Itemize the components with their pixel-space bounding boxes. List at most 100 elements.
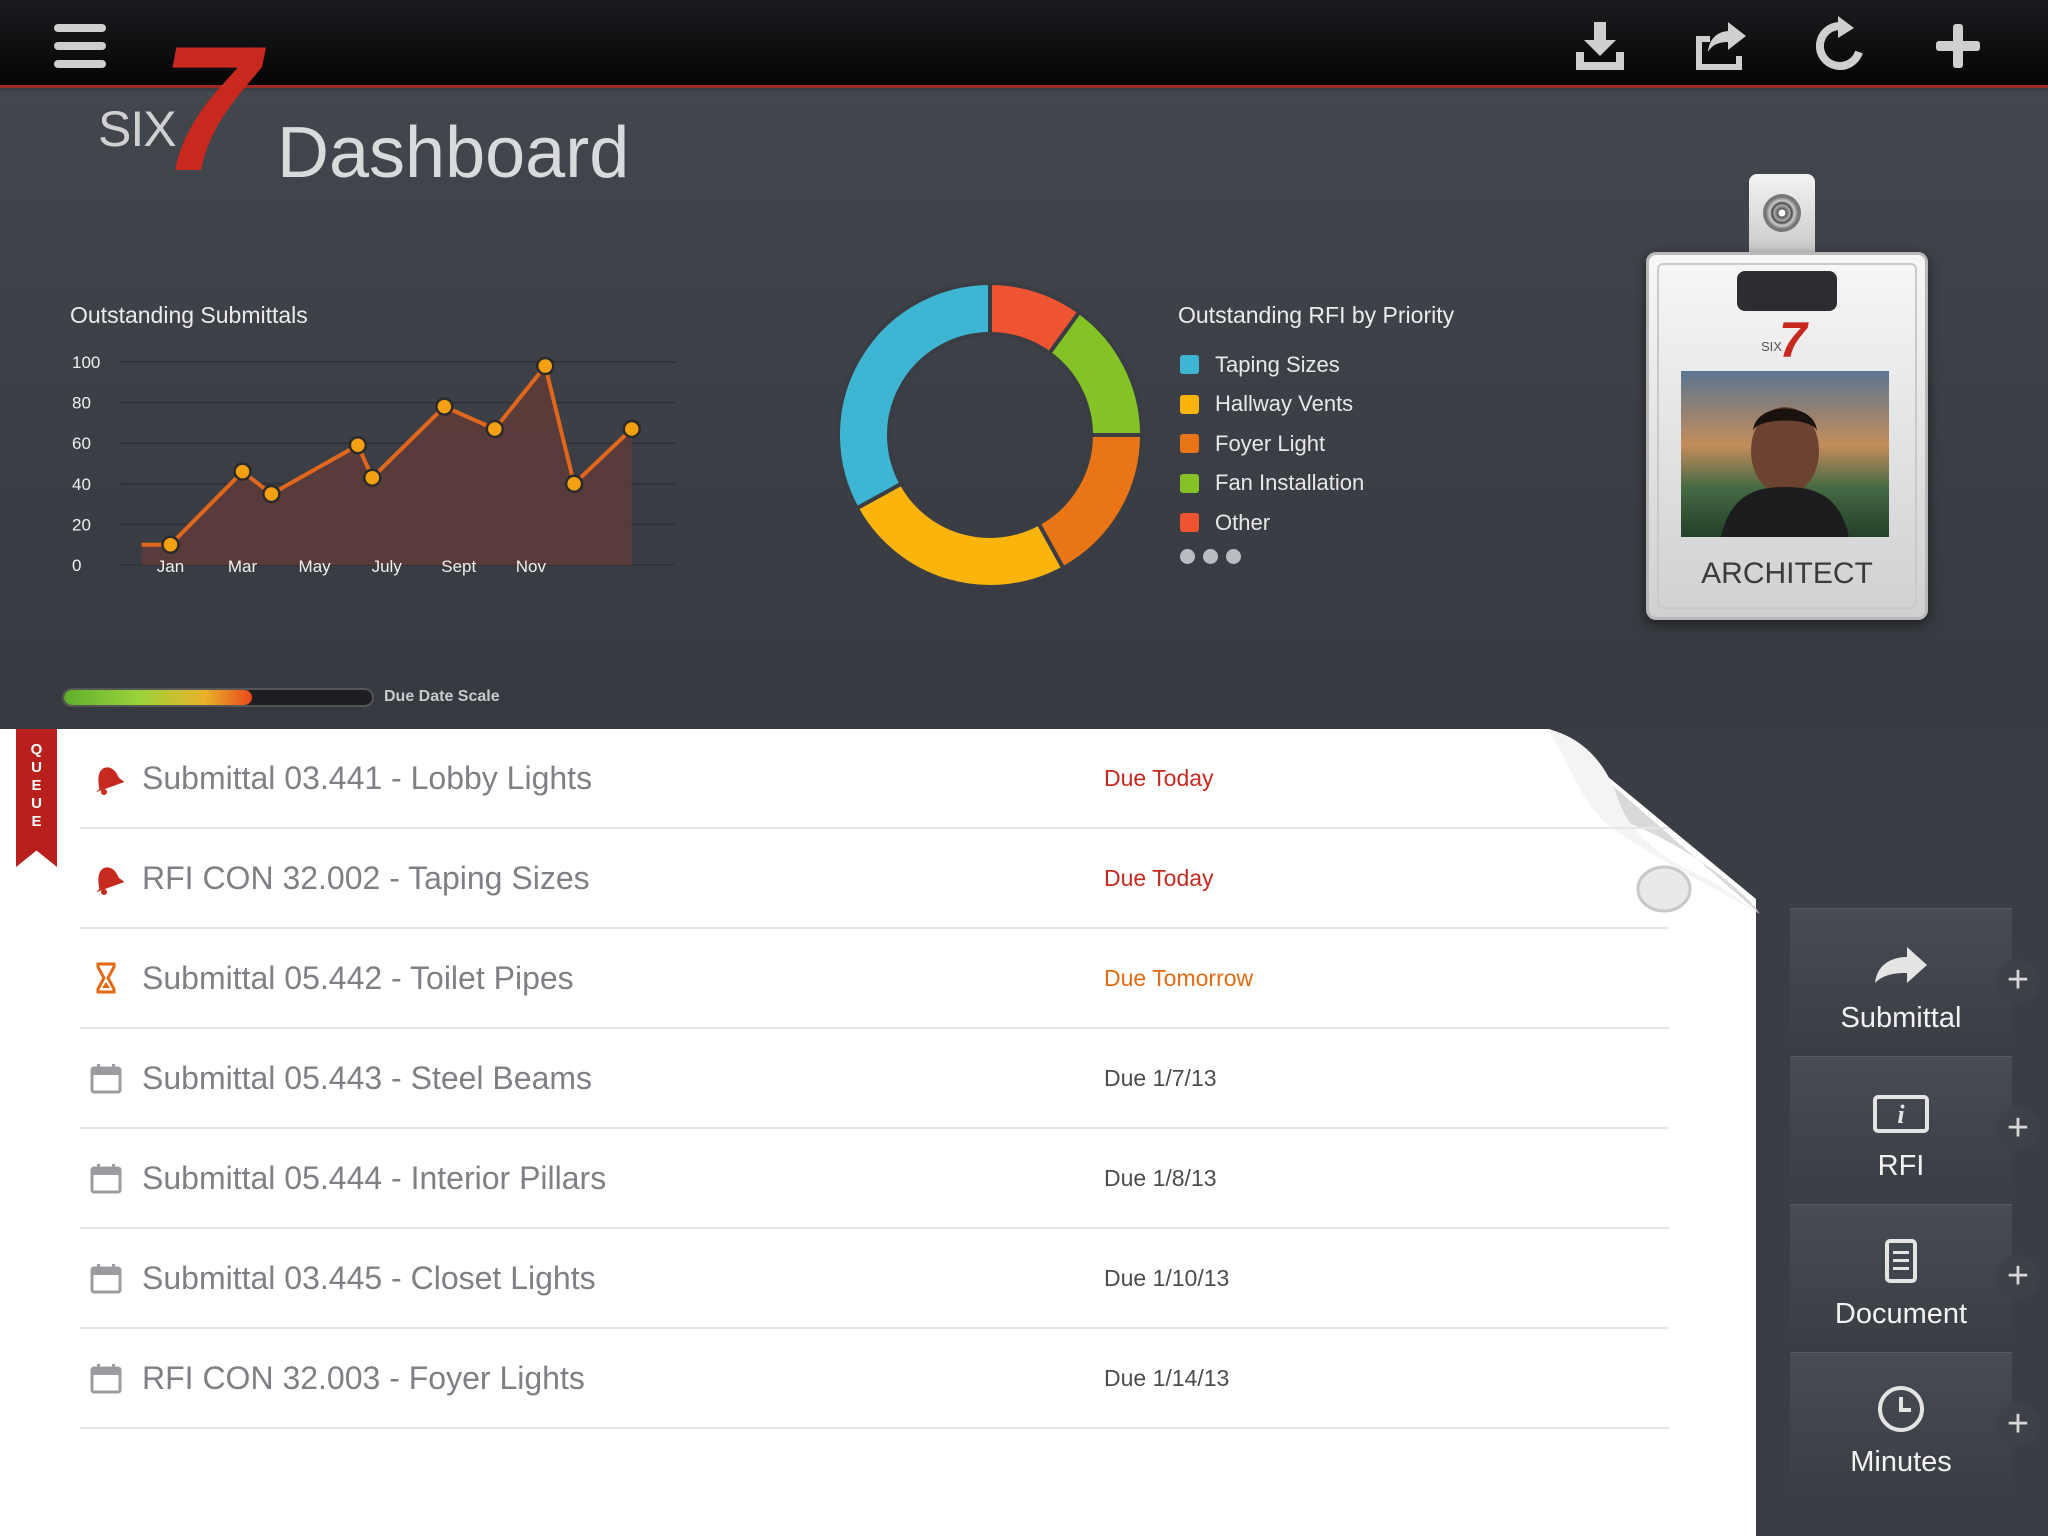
queue-row[interactable]: Submittal 05.443 - Steel Beams Due 1/7/13 [80, 1029, 1669, 1129]
legend-item: Hallway Vents [1180, 385, 1364, 425]
logo-seven-mark: 7 [160, 9, 259, 208]
calendar-icon [90, 1164, 122, 1194]
pager-dot[interactable] [1226, 549, 1241, 564]
legend-item: Foyer Light [1180, 424, 1364, 464]
data-point[interactable] [363, 468, 382, 487]
create-submittal-button[interactable]: Submittal + [1790, 908, 2040, 1054]
queue-list: Submittal 03.441 - Lobby Lights Due Today… [80, 729, 1669, 1429]
action-label: Submittal [1840, 1002, 1962, 1034]
user-badge[interactable]: SIX 7 ARCHITECT [1646, 252, 1928, 620]
avatar [1681, 371, 1889, 537]
legend-swatch [1180, 355, 1199, 375]
calendar-icon [90, 1064, 122, 1094]
queue-item-due: Due 1/14/13 [1104, 1364, 1230, 1391]
queue-row[interactable]: RFI CON 32.002 - Taping Sizes Due Today [80, 829, 1669, 929]
avatar-photo [1721, 407, 1849, 537]
queue-item-title: Submittal 05.443 - Steel Beams [142, 1059, 593, 1096]
create-minutes-button[interactable]: Minutes + [1790, 1352, 2040, 1498]
hourglass-icon [96, 962, 116, 994]
document-icon [1885, 1239, 1917, 1283]
data-point[interactable] [485, 419, 505, 439]
queue-sheet: QUEUE Submittal 03.441 - Lobby Lights Due… [0, 729, 1760, 1536]
refresh-button[interactable] [1808, 14, 1872, 78]
y-tick-label: 100 [72, 353, 100, 372]
create-rfi-button[interactable]: i RFI + [1790, 1056, 2040, 1202]
top-toolbar [0, 0, 2048, 88]
donut-slice[interactable] [854, 480, 1066, 589]
queue-item-title: RFI CON 32.003 - Foyer Lights [142, 1359, 585, 1396]
share-icon [1696, 22, 1746, 70]
create-actions-panel: Submittal + i RFI + Document + Minutes + [1790, 908, 2040, 1500]
download-button[interactable] [1568, 14, 1632, 78]
queue-ribbon-letter: U [31, 759, 42, 776]
queue-item-title: Submittal 03.441 - Lobby Lights [142, 759, 593, 796]
page-title: Dashboard [277, 113, 630, 193]
legend-label: Fan Installation [1215, 470, 1365, 496]
data-point[interactable] [435, 397, 454, 416]
plus-icon[interactable]: + [1996, 1255, 2040, 1299]
x-tick-label: July [372, 557, 403, 576]
legend-label: Hallway Vents [1215, 391, 1354, 417]
plus-icon[interactable]: + [1996, 959, 2040, 1003]
legend-swatch [1180, 434, 1199, 454]
bell-icon [96, 867, 124, 895]
queue-ribbon-letter: U [31, 795, 42, 812]
legend-item: Fan Installation [1180, 464, 1364, 504]
queue-item-title: RFI CON 32.002 - Taping Sizes [142, 859, 590, 896]
badge-clip-hole [1763, 194, 1801, 232]
plus-icon[interactable]: + [1996, 1107, 2040, 1151]
plus-icon[interactable]: + [1996, 1403, 2040, 1447]
donut-slice[interactable] [836, 280, 992, 511]
pager-dot[interactable] [1203, 549, 1218, 564]
menu-button[interactable] [48, 14, 112, 78]
calendar-icon [90, 1264, 122, 1294]
legend-swatch [1180, 473, 1199, 493]
rfi-legend: Taping Sizes Hallway Vents Foyer Light Fan … [1180, 345, 1364, 543]
action-label: RFI [1877, 1150, 1925, 1182]
data-point[interactable] [622, 419, 642, 439]
queue-ribbon: QUEUE [16, 729, 57, 867]
legend-label: Other [1215, 509, 1271, 535]
legend-swatch [1180, 513, 1199, 533]
data-point[interactable] [536, 356, 555, 376]
y-tick-label: 20 [72, 515, 91, 534]
y-tick-label: 80 [72, 394, 91, 413]
queue-item-due: Due Today [1104, 764, 1214, 791]
queue-row[interactable]: Submittal 05.442 - Toilet Pipes Due Tomor… [80, 929, 1669, 1029]
create-document-button[interactable]: Document + [1790, 1204, 2040, 1350]
queue-row[interactable]: RFI CON 32.003 - Foyer Lights Due 1/14/13 [80, 1329, 1669, 1429]
data-point[interactable] [262, 484, 281, 504]
refresh-icon [1815, 16, 1863, 70]
rfi-donut-chart [836, 280, 1145, 589]
queue-row[interactable]: Submittal 05.444 - Interior Pillars Due 1… [80, 1129, 1669, 1229]
pager-dot[interactable] [1180, 549, 1195, 564]
add-button[interactable] [1926, 14, 1990, 78]
submittals-chart-title: Outstanding Submittals [70, 302, 308, 328]
calendar-icon [90, 1364, 122, 1394]
queue-row[interactable]: Submittal 03.441 - Lobby Lights Due Today [80, 729, 1669, 829]
x-tick-label: Nov [516, 557, 547, 576]
data-point[interactable] [233, 462, 252, 481]
data-point[interactable] [564, 474, 584, 494]
data-point[interactable] [161, 535, 180, 554]
share-button[interactable] [1688, 14, 1752, 78]
due-date-scale-label: Due Date Scale [384, 688, 500, 705]
queue-row[interactable]: Submittal 03.445 - Closet Lights Due 1/10… [80, 1229, 1669, 1329]
x-tick-label: Mar [228, 557, 258, 576]
chart-pager[interactable] [1180, 549, 1241, 564]
submittals-line-chart: 0 20 40 60 80 100 Jan Mar May July Sept Nov [72, 353, 675, 576]
legend-item: Taping Sizes [1180, 345, 1364, 385]
hamburger-icon [54, 24, 106, 68]
plus-icon [1936, 24, 1980, 68]
action-label: Document [1834, 1298, 1968, 1330]
data-point[interactable] [348, 435, 368, 455]
queue-item-due: Due 1/10/13 [1104, 1264, 1230, 1291]
clock-icon [1878, 1386, 1924, 1432]
forward-arrow-icon [1875, 947, 1927, 983]
queue-item-due: Due Today [1104, 864, 1214, 891]
queue-item-due: Due Tomorrow [1104, 964, 1254, 991]
due-date-scale-bar [62, 688, 374, 707]
queue-item-due: Due 1/7/13 [1104, 1064, 1217, 1091]
queue-ribbon-letter: E [31, 813, 42, 830]
legend-label: Taping Sizes [1215, 351, 1340, 377]
